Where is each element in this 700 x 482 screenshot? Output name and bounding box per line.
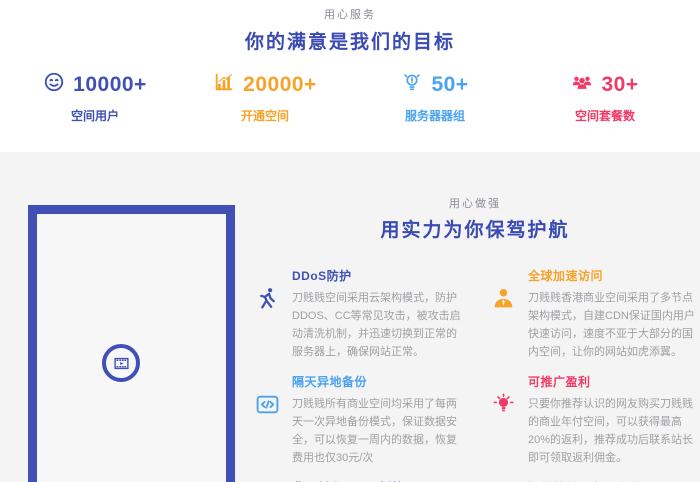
stat-label: 空间套餐数 xyxy=(520,107,690,124)
strength-title: 用实力为你保驾护航 xyxy=(253,215,697,242)
stats-row: 10000+ 空间用户 20000+ xyxy=(10,71,690,124)
features-grid: DDoS防护 刀贱贱空间采用云架构模式，防护DDOS、CC等常见攻击，被攻击启动… xyxy=(253,267,697,482)
person-icon xyxy=(489,267,517,361)
stat-label: 服务器器组 xyxy=(350,107,520,124)
stat-opened-spaces: 20000+ 开通空间 xyxy=(180,71,350,124)
bulb-icon xyxy=(489,373,517,467)
stat-space-users: 10000+ 空间用户 xyxy=(10,71,180,124)
feature-text: 刀贱贱香港商业空间采用了多节点架构模式，自建CDN保证国内用户快速访问，速度不亚… xyxy=(528,289,697,361)
strength-content: 用心做强 用实力为你保驾护航 DDoS防护 刀贱贱空间采用云架构模 xyxy=(253,195,697,482)
code-icon xyxy=(253,373,281,467)
strength-section: 用心做强 用实力为你保驾护航 DDoS防护 刀贱贱空间采用云架构模 xyxy=(0,152,700,482)
feature-text: 只要你推荐认识的网友购买刀贱贱的商业年付空间，可以获得最高20%的返利，推荐成功… xyxy=(528,395,697,467)
strength-eyebrow: 用心做强 xyxy=(253,195,697,211)
smiley-icon xyxy=(43,71,65,98)
feature-title: 可推广盈利 xyxy=(528,373,697,390)
feature-title: DDoS防护 xyxy=(292,267,461,284)
feature-offsite-backup: 隔天异地备份 刀贱贱所有商业空间均采用了每两天一次异地备份模式，保证数据安全，可… xyxy=(253,373,461,467)
runner-icon xyxy=(253,267,281,361)
feature-title: 全球加速访问 xyxy=(528,267,697,284)
stat-value: 10000+ xyxy=(73,73,147,97)
stat-label: 开通空间 xyxy=(180,107,350,124)
stat-value: 30+ xyxy=(601,73,638,97)
film-icon xyxy=(102,344,140,382)
stat-value: 50+ xyxy=(431,73,468,97)
lightbulb-icon xyxy=(401,71,423,98)
feature-text: 刀贱贱所有商业空间均采用了每两天一次异地备份模式，保证数据安全，可以恢复一周内的… xyxy=(292,395,461,467)
stat-label: 空间用户 xyxy=(10,107,180,124)
feature-referral-profit: 可推广盈利 只要你推荐认识的网友购买刀贱贱的商业年付空间，可以获得最高20%的返… xyxy=(489,373,697,467)
feature-text: 刀贱贱空间采用云架构模式，防护DDOS、CC等常见攻击，被攻击启动清洗机制，并迅… xyxy=(292,289,461,361)
stat-packages: 30+ 空间套餐数 xyxy=(520,71,690,124)
stat-value: 20000+ xyxy=(243,73,317,97)
door-frame-illustration xyxy=(28,205,235,482)
feature-global-acceleration: 全球加速访问 刀贱贱香港商业空间采用了多节点架构模式，自建CDN保证国内用户快速… xyxy=(489,267,697,361)
users-icon xyxy=(571,71,593,98)
bar-chart-icon xyxy=(213,71,235,98)
landing-page: 用心服务 你的满意是我们的目标 10000+ 空间用户 xyxy=(0,0,700,482)
stats-eyebrow: 用心服务 xyxy=(0,0,700,22)
stats-section: 用心服务 你的满意是我们的目标 10000+ 空间用户 xyxy=(0,0,700,152)
feature-ddos-protection: DDoS防护 刀贱贱空间采用云架构模式，防护DDOS、CC等常见攻击，被攻击启动… xyxy=(253,267,461,361)
stat-server-groups: 50+ 服务器器组 xyxy=(350,71,520,124)
feature-title: 隔天异地备份 xyxy=(292,373,461,390)
stats-title: 你的满意是我们的目标 xyxy=(0,27,700,54)
